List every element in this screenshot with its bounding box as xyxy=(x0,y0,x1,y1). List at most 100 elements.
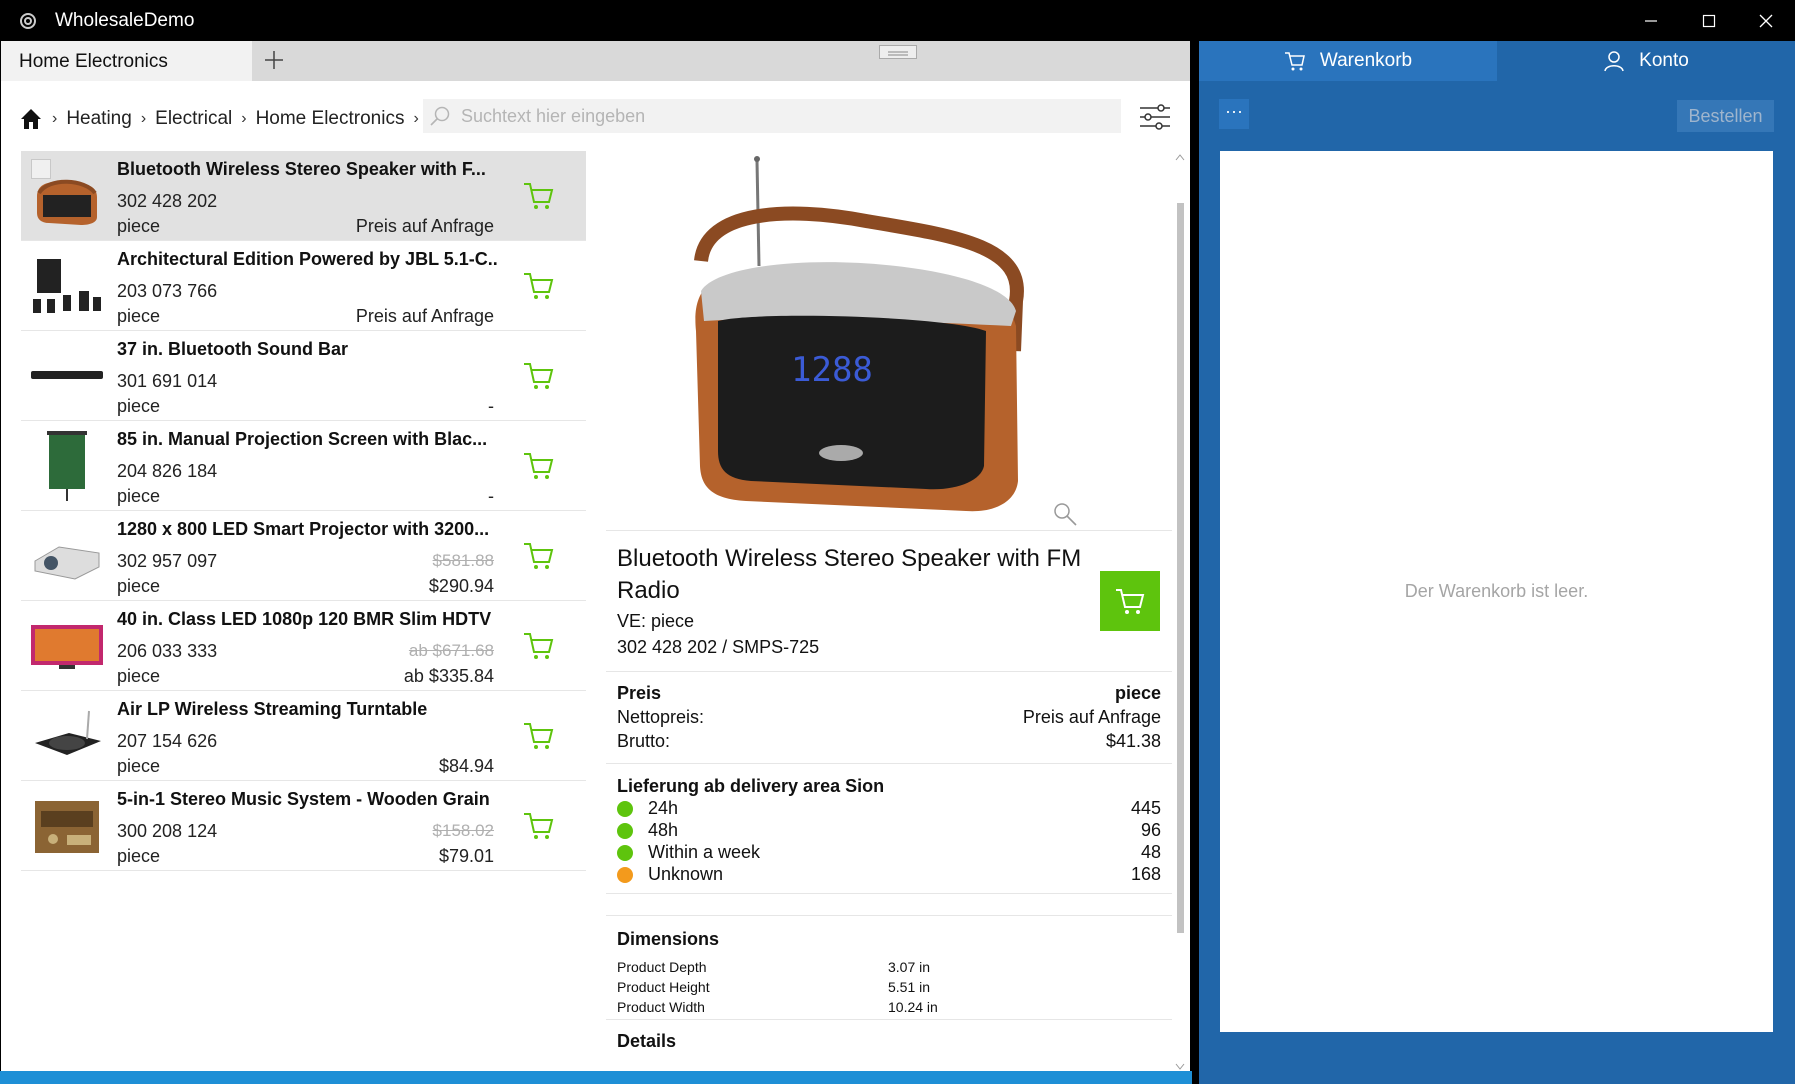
filter-icon[interactable] xyxy=(1137,99,1173,135)
product-unit: piece xyxy=(117,396,161,416)
breadcrumb-separator: › xyxy=(52,110,58,127)
maximize-icon xyxy=(1702,14,1716,27)
more-options-button[interactable]: ··· xyxy=(1219,99,1249,129)
product-number: 204 826 184 xyxy=(117,461,218,481)
product-list-item[interactable]: Air LP Wireless Streaming Turntable 207 … xyxy=(21,691,586,781)
speaker-image: 1288 xyxy=(694,156,1024,512)
tab-home-electronics[interactable]: Home Electronics xyxy=(1,41,252,81)
availability-label: Unknown xyxy=(648,864,724,884)
product-thumbnail xyxy=(29,427,105,503)
cart-empty-message: Der Warenkorb ist leer. xyxy=(1404,581,1589,601)
drag-handle[interactable] xyxy=(879,45,917,59)
search-input[interactable]: Suchtext hier eingeben xyxy=(423,99,1121,133)
status-dot xyxy=(617,822,633,839)
product-price: $290.94 xyxy=(428,576,494,596)
add-to-cart-icon[interactable] xyxy=(522,449,556,483)
add-tab-icon[interactable] xyxy=(259,45,289,75)
add-to-cart-icon[interactable] xyxy=(522,539,556,573)
availability-label: 48h xyxy=(648,820,679,840)
select-checkbox[interactable] xyxy=(31,159,51,179)
product-list-item[interactable]: 5-in-1 Stereo Music System - Wooden Grai… xyxy=(21,781,586,871)
divider xyxy=(606,671,1172,672)
detail-scrollbar[interactable] xyxy=(1173,151,1187,1073)
add-to-cart-icon[interactable] xyxy=(522,629,556,663)
availability-row: Unknown 168 xyxy=(617,864,1161,885)
status-dot xyxy=(617,844,633,861)
divider xyxy=(606,915,1172,916)
cart-content: Der Warenkorb ist leer. xyxy=(1220,151,1773,1032)
breadcrumb-separator: › xyxy=(140,110,147,127)
product-name: 40 in. Class LED 1080p 120 BMR Slim HDTV xyxy=(117,609,492,629)
product-price: Preis auf Anfrage xyxy=(355,216,494,236)
product-list-item[interactable]: 1280 x 800 LED Smart Projector with 3200… xyxy=(21,511,586,601)
detail-packaging-unit: VE: piece xyxy=(617,611,695,631)
tab-account-label: Konto xyxy=(1639,50,1689,71)
gross-price-value: $41.38 xyxy=(1105,731,1161,751)
dimension-label: Product Depth xyxy=(617,959,707,975)
delivery-title-text: Lieferung ab delivery area Sion xyxy=(617,776,885,796)
breadcrumb-electrical[interactable]: Electrical xyxy=(155,108,232,130)
product-thumbnail xyxy=(29,697,105,773)
price-header-row: Preis piece xyxy=(617,683,1161,704)
product-thumbnail xyxy=(29,247,105,323)
product-list-item[interactable]: 37 in. Bluetooth Sound Bar 301 691 014 p… xyxy=(21,331,586,421)
add-to-cart-icon[interactable] xyxy=(522,269,556,303)
product-old-price: $158.02 xyxy=(432,821,494,840)
availability-qty: 445 xyxy=(1130,798,1161,818)
product-detail: 1288 Bluetooth Wireless Stereo Speaker w… xyxy=(606,151,1172,1073)
breadcrumb-home-electronics[interactable]: Home Electronics xyxy=(256,108,405,130)
product-old-price: $581.88 xyxy=(432,551,494,570)
title-bar: WholesaleDemo xyxy=(0,0,1795,41)
product-unit: piece xyxy=(117,756,161,776)
divider xyxy=(606,893,1172,894)
product-list-item[interactable]: 85 in. Manual Projection Screen with Bla… xyxy=(21,421,586,511)
add-to-cart-icon[interactable] xyxy=(522,179,556,213)
pane-divider[interactable] xyxy=(1190,41,1199,1084)
product-number: 207 154 626 xyxy=(117,731,218,751)
close-button[interactable] xyxy=(1737,0,1795,41)
product-unit: piece xyxy=(117,306,161,326)
order-button[interactable]: Bestellen xyxy=(1677,100,1774,132)
product-list-item[interactable]: Bluetooth Wireless Stereo Speaker with F… xyxy=(21,151,586,241)
product-name: 1280 x 800 LED Smart Projector with 3200… xyxy=(117,519,490,539)
product-list: Bluetooth Wireless Stereo Speaker with F… xyxy=(21,151,586,1073)
dimension-row: Product Depth 3.07 in xyxy=(617,959,1017,975)
search-icon xyxy=(430,106,450,126)
product-number: 300 208 124 xyxy=(117,821,218,841)
dimension-value: 5.51 in xyxy=(888,979,931,995)
zoom-icon[interactable] xyxy=(1052,501,1078,527)
product-unit: piece xyxy=(117,846,161,866)
status-dot xyxy=(617,866,633,883)
add-to-cart-icon[interactable] xyxy=(522,809,556,843)
main-area: Home Electronics › Heating › Electrical … xyxy=(1,41,1190,1073)
delivery-title: Lieferung ab delivery area Sion xyxy=(617,776,1161,797)
product-name: Architectural Edition Powered by JBL 5.1… xyxy=(117,249,497,269)
add-to-cart-icon[interactable] xyxy=(522,719,556,753)
product-image[interactable]: 1288 xyxy=(606,151,1172,531)
dimension-label: Product Width xyxy=(617,999,705,1015)
minimize-button[interactable] xyxy=(1622,0,1680,41)
product-old-price: ab $671.68 xyxy=(408,641,494,660)
breadcrumb-heating[interactable]: Heating xyxy=(66,108,132,130)
maximize-button[interactable] xyxy=(1680,0,1738,41)
net-price-value: Preis auf Anfrage xyxy=(1022,707,1161,727)
product-number: 302 428 202 xyxy=(117,191,218,211)
tab-cart[interactable]: Warenkorb xyxy=(1199,41,1497,81)
add-to-cart-icon[interactable] xyxy=(522,359,556,393)
product-thumbnail xyxy=(29,607,105,683)
home-icon[interactable] xyxy=(19,107,43,131)
dimension-value: 10.24 in xyxy=(888,999,938,1015)
detail-add-to-cart-button[interactable] xyxy=(1100,571,1160,631)
cart-icon xyxy=(1284,52,1305,71)
details-title: Details xyxy=(617,1031,677,1051)
scroll-thumb[interactable] xyxy=(1177,203,1184,933)
product-list-item[interactable]: 40 in. Class LED 1080p 120 BMR Slim HDTV… xyxy=(21,601,586,691)
availability-row: 24h 445 xyxy=(617,798,1161,819)
product-list-item[interactable]: Architectural Edition Powered by JBL 5.1… xyxy=(21,241,586,331)
availability-row: Within a week 48 xyxy=(617,842,1161,863)
tab-account[interactable]: Konto xyxy=(1497,41,1795,81)
product-name: Air LP Wireless Streaming Turntable xyxy=(117,699,428,719)
dimension-row: Product Height 5.51 in xyxy=(617,979,1017,995)
scroll-up-icon[interactable] xyxy=(1173,151,1187,163)
minimize-icon xyxy=(1645,19,1657,22)
